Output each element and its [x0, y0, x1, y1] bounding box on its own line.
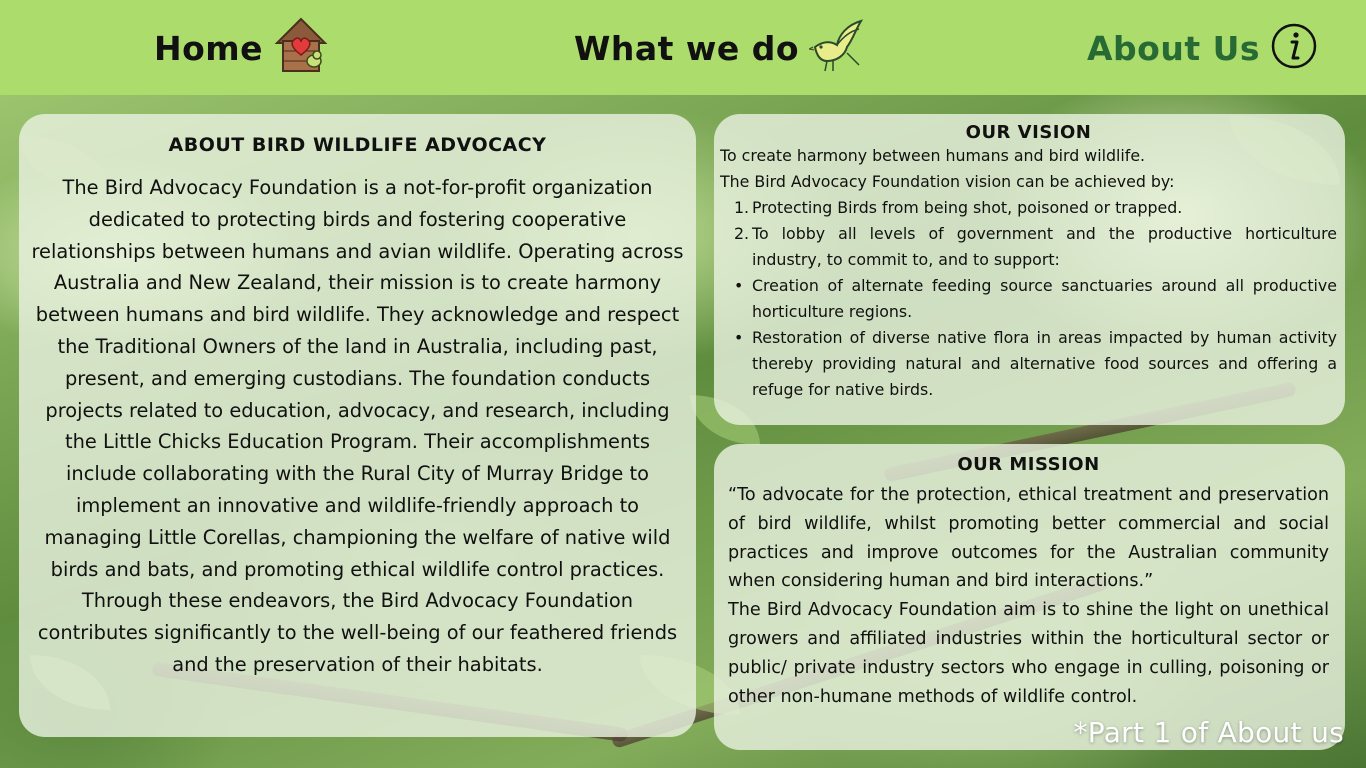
- birdhouse-heart-icon: [273, 17, 329, 79]
- info-icon: [1270, 22, 1318, 74]
- list-marker: •: [734, 328, 744, 347]
- mission-quote: “To advocate for the protection, ethical…: [728, 485, 1329, 592]
- vision-achieved-line: The Bird Advocacy Foundation vision can …: [720, 172, 1175, 191]
- list-marker: 1.: [734, 198, 750, 217]
- vision-title: OUR VISION: [965, 122, 1092, 143]
- mission-panel: OUR MISSION “To advocate for the protect…: [714, 444, 1345, 750]
- about-body-text: The Bird Advocacy Foundation is a not-fo…: [31, 176, 684, 676]
- nav-home-label: Home: [154, 28, 264, 68]
- vision-intro-line: To create harmony between humans and bir…: [720, 146, 1146, 165]
- vision-item-text: Restoration of diverse native flora in a…: [752, 328, 1337, 399]
- vision-list-item: • Creation of alternate feeding source sa…: [720, 273, 1337, 325]
- vision-list: 1. Protecting Birds from being shot, pois…: [720, 195, 1337, 403]
- vision-item-text: Creation of alternate feeding source san…: [752, 276, 1337, 321]
- mission-title: OUR MISSION: [957, 454, 1100, 475]
- vision-list-item: • Restoration of diverse native flora in …: [720, 325, 1337, 403]
- mission-aim-text: The Bird Advocacy Foundation aim is to s…: [728, 600, 1329, 707]
- bird-icon: [807, 17, 865, 79]
- vision-item-text: Protecting Birds from being shot, poison…: [752, 198, 1183, 217]
- vision-list-item: 2. To lobby all levels of government and …: [720, 221, 1337, 273]
- nav-what-we-do-link[interactable]: What we do: [574, 18, 865, 78]
- top-navbar: Home What we do About Us: [0, 0, 1366, 95]
- about-title: ABOUT BIRD WILDLIFE ADVOCACY: [168, 134, 547, 156]
- nav-home-link[interactable]: Home: [154, 17, 329, 79]
- page-footnote: *Part 1 of About us: [1073, 716, 1344, 749]
- about-panel: ABOUT BIRD WILDLIFE ADVOCACY The Bird Ad…: [19, 114, 696, 737]
- nav-what-label: What we do: [574, 28, 800, 68]
- nav-about-us-link[interactable]: About Us: [1087, 18, 1318, 78]
- nav-about-label: About Us: [1087, 28, 1261, 68]
- list-marker: •: [734, 276, 744, 295]
- vision-item-text: To lobby all levels of government and th…: [752, 224, 1337, 269]
- vision-panel: OUR VISION To create harmony between hum…: [714, 114, 1345, 425]
- vision-list-item: 1. Protecting Birds from being shot, pois…: [720, 195, 1337, 221]
- list-marker: 2.: [734, 224, 750, 243]
